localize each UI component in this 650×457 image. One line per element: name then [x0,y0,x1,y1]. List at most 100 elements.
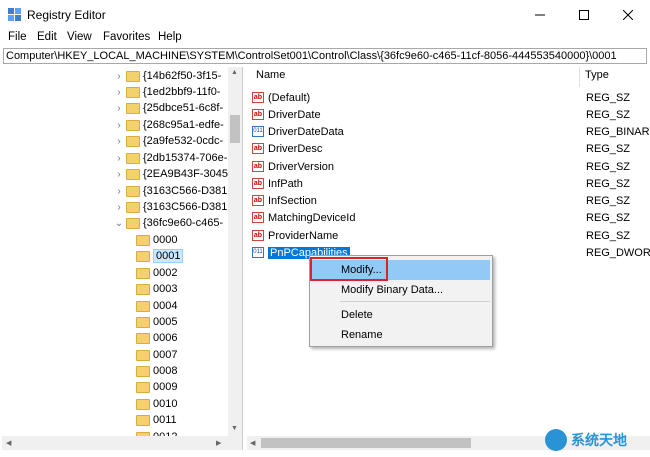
watermark-text: 系统天地 [571,432,627,448]
scroll-thumb[interactable] [230,115,240,143]
folder-icon [126,119,140,131]
chevron-right-icon[interactable]: › [114,136,124,147]
maximize-button[interactable] [562,0,606,30]
menu-help[interactable]: Help [158,31,182,43]
string-value-icon: ab [252,109,264,120]
value-name: DriverDesc [268,142,323,155]
tree-subkey[interactable]: 0005 [134,314,177,330]
scroll-down-icon[interactable]: ▼ [231,425,238,432]
folder-icon [136,365,150,377]
menu-separator [340,301,490,302]
value-type: REG_SZ [586,108,631,121]
menu-item-delete[interactable]: Delete [312,305,490,325]
watermark-logo-icon [545,429,567,451]
folder-icon [136,316,150,328]
column-divider[interactable] [579,67,580,87]
value-row[interactable]: ab DriverVersion REG_SZ [252,158,650,175]
value-type: REG_BINARY [586,125,650,138]
menu-bar: File Edit View Favorites Help [0,30,650,47]
chevron-down-icon[interactable]: ⌄ [114,218,124,229]
value-row[interactable]: ab InfPath REG_SZ [252,175,650,192]
chevron-right-icon[interactable]: › [114,103,124,114]
tree-subkey-label: 0002 [153,267,178,279]
tree-key[interactable]: › {3163C566-D381 [114,199,227,215]
tree-key[interactable]: › {25dbce51-6c8f- [114,100,223,116]
tree-subkey-label: 0003 [153,283,178,295]
tree-subkey[interactable]: 0011 [134,412,177,428]
menu-view[interactable]: View [67,31,92,43]
minimize-button[interactable] [518,0,562,30]
value-row[interactable]: ab MatchingDeviceId REG_SZ [252,209,650,226]
scroll-left-icon[interactable]: ◀ [250,439,255,447]
tree-key[interactable]: › {3163C566-D381 [114,183,227,199]
chevron-right-icon[interactable]: › [114,120,124,131]
folder-icon [136,283,150,295]
menu-item-modify-binary[interactable]: Modify Binary Data... [312,280,490,300]
tree-key[interactable]: › {2EA9B43F-3045- [114,166,232,182]
value-row[interactable]: ab InfSection REG_SZ [252,192,650,209]
menu-favorites[interactable]: Favorites [103,31,150,43]
value-row[interactable]: ab DriverDesc REG_SZ [252,140,650,157]
value-row[interactable]: 011 DriverDateData REG_BINARY [252,123,650,140]
chevron-right-icon[interactable]: › [114,202,124,213]
tree-key-expanded[interactable]: ⌄ {36fc9e60-c465- [114,215,223,231]
value-name: InfSection [268,194,317,207]
tree-subkey[interactable]: 0003 [134,281,177,297]
tree-vertical-scrollbar[interactable]: ▲ ▼ [228,67,242,450]
window-title: Registry Editor [27,8,106,22]
scroll-left-icon[interactable]: ◀ [6,439,11,447]
string-value-icon: ab [252,92,264,103]
menu-item-rename[interactable]: Rename [312,325,490,345]
tree-horizontal-scrollbar[interactable]: ◀ ▶ [2,436,228,450]
tree-subkey-label: 0010 [153,398,178,410]
tree-key[interactable]: › {1ed2bbf9-11f0- [114,84,220,100]
key-tree-pane[interactable]: › {14b62f50-3f15- › {1ed2bbf9-11f0- › {25db… [2,67,243,450]
value-row[interactable]: ab DriverDate REG_SZ [252,106,650,123]
tree-subkey[interactable]: 0010 [134,396,177,412]
folder-icon [136,332,150,344]
tree-key[interactable]: › {14b62f50-3f15- [114,68,221,84]
scroll-up-icon[interactable]: ▲ [231,69,238,76]
tree-subkey[interactable]: 0002 [134,265,177,281]
value-name: MatchingDeviceId [268,211,356,224]
string-value-icon: ab [252,212,264,223]
tree-subkey[interactable]: 0006 [134,330,177,346]
chevron-right-icon[interactable]: › [114,169,124,180]
chevron-right-icon[interactable]: › [114,153,124,164]
value-row[interactable]: ab (Default) REG_SZ [252,89,650,106]
highlight-annotation-box [310,257,388,281]
folder-icon [126,168,140,180]
watermark: 系统天地 [545,426,647,454]
menu-edit[interactable]: Edit [37,31,57,43]
tree-subkey[interactable]: 0008 [134,363,177,379]
address-bar[interactable]: Computer\HKEY_LOCAL_MACHINE\SYSTEM\Contr… [3,48,647,64]
tree-subkey[interactable]: 0004 [134,298,177,314]
tree-subkey-label: 0007 [153,349,178,361]
folder-icon [136,398,150,410]
value-row[interactable]: ab ProviderName REG_SZ [252,227,650,244]
column-header-name[interactable]: Name [256,69,285,81]
tree-key[interactable]: › {268c95a1-edfe- [114,117,223,133]
tree-subkey[interactable]: 0009 [134,379,177,395]
value-type: REG_SZ [586,91,631,104]
scroll-thumb[interactable] [261,438,471,448]
tree-subkey[interactable]: 0000 [134,232,177,248]
tree-key-label: {36fc9e60-c465- [143,217,224,229]
tree-subkey[interactable]: 0007 [134,347,177,363]
tree-key[interactable]: › {2a9fe532-0cdc- [114,133,223,149]
menu-file[interactable]: File [8,31,27,43]
tree-subkey-selected[interactable]: 0001 [134,248,184,264]
folder-icon [136,267,150,279]
close-button[interactable] [606,0,650,30]
folder-icon [136,250,150,262]
scroll-right-icon[interactable]: ▶ [216,439,221,447]
value-name: InfPath [268,177,303,190]
column-header-type[interactable]: Type [585,69,609,81]
tree-key-label: {2EA9B43F-3045- [143,168,232,180]
tree-subkey-label: 0005 [153,316,178,328]
string-value-icon: ab [252,230,264,241]
chevron-right-icon[interactable]: › [114,87,124,98]
chevron-right-icon[interactable]: › [114,186,124,197]
tree-key[interactable]: › {2db15374-706e- [114,150,227,166]
chevron-right-icon[interactable]: › [114,71,124,82]
